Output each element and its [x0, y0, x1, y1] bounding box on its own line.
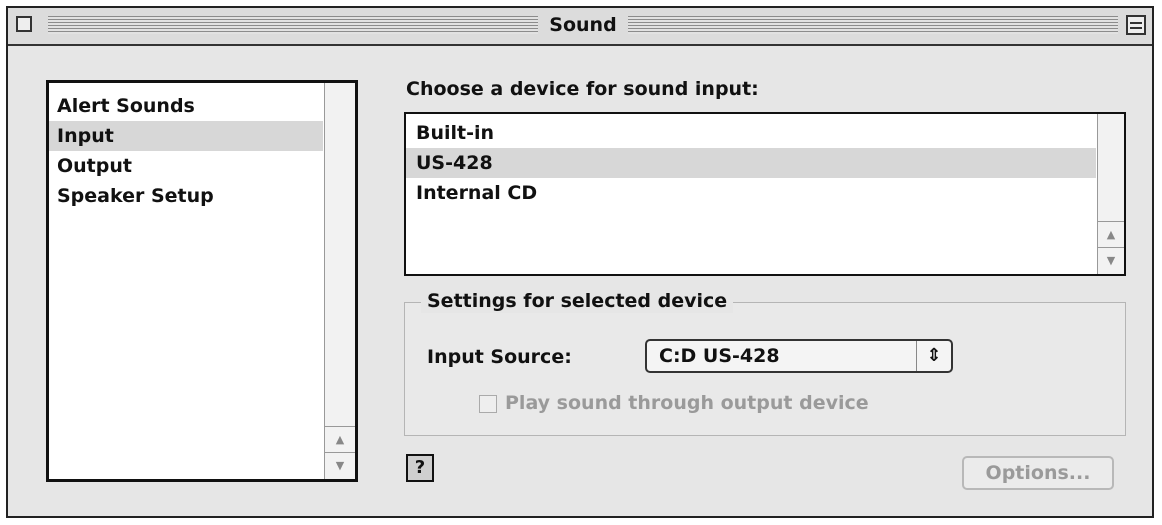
- scroll-up-icon[interactable]: ▲: [1098, 221, 1124, 248]
- scroll-down-icon[interactable]: ▼: [1098, 247, 1124, 274]
- options-button[interactable]: Options...: [962, 456, 1114, 490]
- category-item-speaker-setup[interactable]: Speaker Setup: [49, 181, 323, 211]
- category-item-input[interactable]: Input: [49, 121, 323, 151]
- window-title: Sound: [549, 14, 617, 36]
- device-scrollbar[interactable]: ▲ ▼: [1097, 114, 1124, 274]
- sound-window: Sound Alert Sounds Input Output Speaker …: [6, 6, 1154, 518]
- popup-arrows-icon: ⇕: [916, 341, 951, 371]
- settings-group: Settings for selected device Input Sourc…: [404, 289, 1126, 436]
- scroll-up-icon[interactable]: ▲: [325, 426, 355, 453]
- title-bar[interactable]: Sound: [8, 8, 1152, 46]
- device-list-heading: Choose a device for sound input:: [406, 78, 759, 100]
- title-stripes-right: [628, 16, 1118, 34]
- category-item-output[interactable]: Output: [49, 151, 323, 181]
- close-box[interactable]: [16, 16, 32, 32]
- collapse-box[interactable]: [1126, 15, 1146, 35]
- help-button[interactable]: ?: [406, 454, 434, 482]
- category-item-alert-sounds[interactable]: Alert Sounds: [49, 91, 323, 121]
- category-list[interactable]: Alert Sounds Input Output Speaker Setup …: [46, 80, 358, 482]
- title-stripes-left: [48, 16, 538, 34]
- device-list[interactable]: Built-in US-428 Internal CD ▲ ▼: [404, 112, 1126, 276]
- play-through-checkbox[interactable]: [479, 395, 497, 413]
- input-source-value: C:D US-428: [659, 345, 780, 367]
- category-scrollbar[interactable]: ▲ ▼: [324, 83, 355, 479]
- device-item-us-428[interactable]: US-428: [406, 148, 1096, 178]
- play-through-label[interactable]: Play sound through output device: [505, 389, 869, 417]
- input-source-label: Input Source:: [427, 346, 572, 368]
- help-icon: ?: [414, 457, 426, 478]
- device-item-built-in[interactable]: Built-in: [406, 118, 1096, 148]
- scroll-down-icon[interactable]: ▼: [325, 452, 355, 479]
- input-source-popup[interactable]: C:D US-428 ⇕: [645, 339, 953, 373]
- device-item-internal-cd[interactable]: Internal CD: [406, 178, 1096, 208]
- settings-group-title: Settings for selected device: [421, 289, 734, 313]
